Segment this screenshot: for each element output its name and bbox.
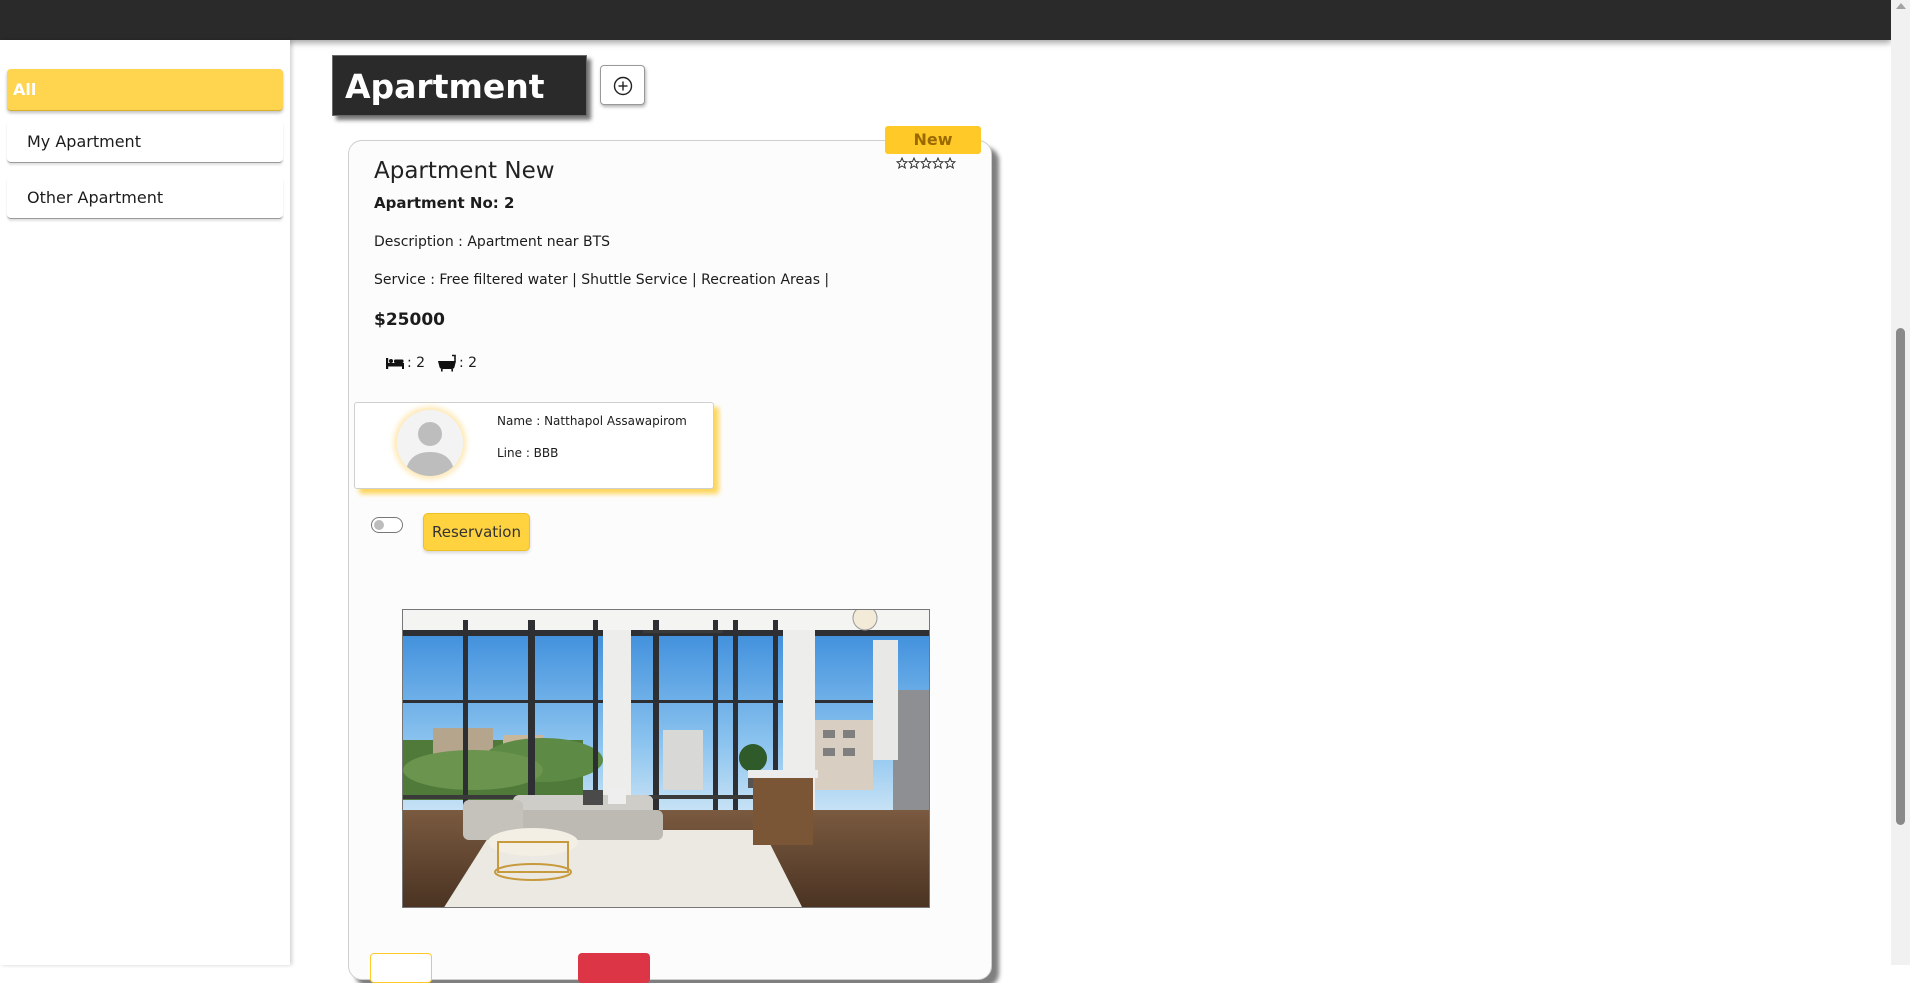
owner-line-id: Line : BBB	[497, 446, 559, 460]
bed-icon	[386, 358, 404, 369]
top-navbar	[0, 0, 1891, 40]
apartment-number: Apartment No: 2	[374, 194, 515, 212]
apartment-services: Service : Free filtered water | Shuttle …	[374, 272, 830, 288]
apartment-price: $25000	[374, 310, 445, 330]
star-outline-icon[interactable]	[932, 157, 944, 169]
owner-name: Name : Natthapol Assawapirom	[497, 414, 687, 428]
bedroom-count-value: : 2	[407, 355, 426, 371]
delete-button[interactable]	[578, 953, 650, 983]
bathroom-count-value: : 2	[459, 355, 478, 371]
bathroom-count: : 2	[437, 353, 477, 373]
scroll-up-arrow-icon[interactable]	[1896, 3, 1906, 9]
page-title: Apartment	[332, 55, 587, 116]
sidebar-item-other-apartment[interactable]: Other Apartment	[7, 177, 283, 219]
bathtub-icon	[438, 354, 456, 372]
rating-stars[interactable]	[896, 157, 958, 171]
sidebar-item-my-apartment[interactable]: My Apartment	[7, 121, 283, 163]
apartment-photo	[402, 609, 930, 908]
sidebar: All My Apartment Other Apartment	[0, 40, 290, 965]
bedroom-count: : 2	[385, 353, 425, 373]
reservation-button[interactable]: Reservation	[423, 513, 530, 551]
apartment-description: Description : Apartment near BTS	[374, 234, 611, 250]
star-outline-icon[interactable]	[920, 157, 932, 169]
avatar	[397, 410, 463, 476]
edit-button[interactable]	[370, 953, 432, 983]
star-outline-icon[interactable]	[908, 157, 920, 169]
plus-circle-icon	[613, 76, 633, 96]
user-placeholder-icon	[397, 410, 463, 476]
sidebar-item-all[interactable]: All	[7, 69, 283, 111]
toggle-knob	[374, 520, 384, 530]
living-room-image	[403, 610, 929, 907]
apartment-title: Apartment New	[374, 158, 555, 184]
add-apartment-button[interactable]	[600, 65, 645, 105]
page-scrollbar[interactable]	[1891, 0, 1910, 965]
availability-toggle[interactable]	[371, 517, 403, 533]
star-outline-icon[interactable]	[944, 157, 956, 169]
star-outline-icon[interactable]	[896, 157, 908, 169]
scroll-thumb[interactable]	[1896, 328, 1905, 825]
new-badge: New	[885, 126, 981, 154]
